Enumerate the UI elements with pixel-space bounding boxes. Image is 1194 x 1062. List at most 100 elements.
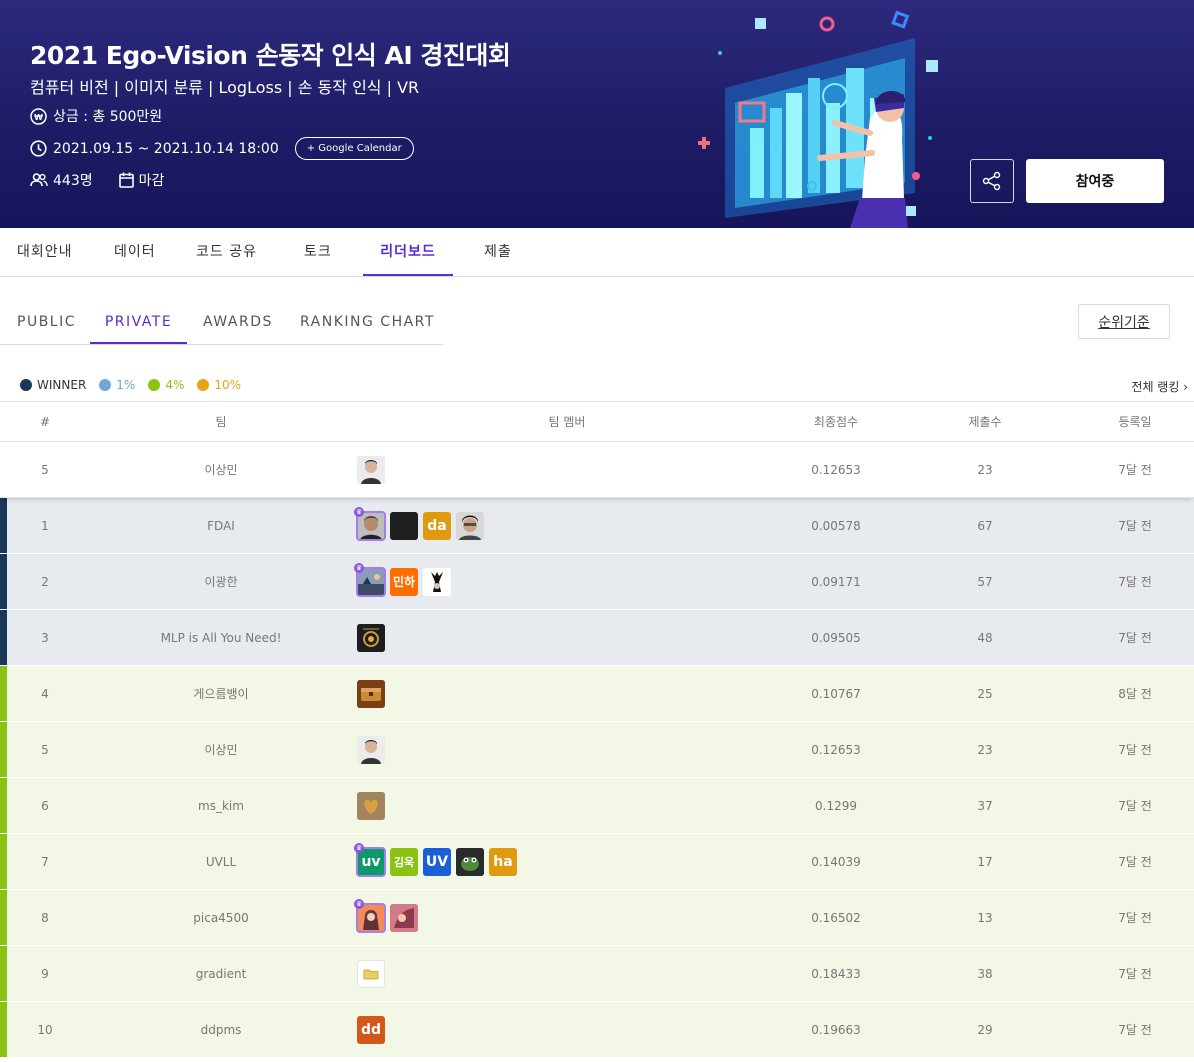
winner-dot-icon (20, 379, 32, 391)
member-avatar[interactable]: da (423, 511, 451, 540)
prize-text: 상금 : 총 500만원 (53, 109, 163, 125)
member-avatar[interactable] (390, 903, 418, 932)
team-name[interactable]: gradient (120, 946, 322, 1001)
submission-count-cell: 38 (977, 966, 993, 981)
google-calendar-button[interactable]: + Google Calendar (294, 137, 414, 160)
chest-photo-icon (357, 679, 385, 708)
rank-basis-button[interactable]: 순위기준 (1078, 304, 1170, 339)
tab-submit[interactable]: 제출 (484, 228, 512, 276)
table-row[interactable]: 2 이광한 ♛ 민하 0.09171 57 7달 전 (0, 554, 1194, 610)
table-row[interactable]: 1 FDAI ♛ da 0.00578 67 7달 전 (0, 498, 1194, 554)
share-button[interactable] (970, 159, 1014, 203)
score-cell: 0.10767 (811, 686, 861, 701)
member-avatar[interactable] (456, 847, 484, 876)
tab-leaderboard[interactable]: 리더보드 (363, 228, 453, 276)
member-avatar[interactable] (357, 959, 385, 988)
subtab-awards[interactable]: AWARDS (203, 300, 273, 344)
tab-talk[interactable]: 토크 (304, 228, 332, 276)
member-avatar[interactable] (357, 679, 385, 708)
members-cell (357, 610, 777, 665)
member-avatar[interactable] (456, 511, 484, 540)
leaderboard-table: # 팀 팀 멤버 최종점수 제출수 등록일 5 이상민 0.12653 23 7… (0, 401, 1194, 1058)
team-name[interactable]: pica4500 (120, 890, 322, 945)
frog-photo-icon (456, 847, 484, 876)
subtab-ranking-chart[interactable]: RANKING CHART (300, 300, 435, 344)
subtab-private[interactable]: PRIVATE (90, 300, 187, 344)
tab-code-share[interactable]: 코드 공유 (196, 228, 257, 276)
legend-winner: WINNER (20, 378, 86, 392)
legend-1pct: 1% (99, 378, 135, 392)
member-avatar[interactable] (390, 511, 418, 540)
members-cell: dd (357, 1002, 777, 1057)
member-avatar[interactable]: 김욱 (390, 847, 418, 876)
table-row[interactable]: 9 gradient 0.18433 38 7달 전 (0, 946, 1194, 1002)
crown-icon: ♛ (354, 898, 364, 909)
tier-legend: WINNER 1% 4% 10% (20, 378, 254, 392)
score-cell: 0.00578 (811, 518, 861, 533)
leader-avatar[interactable]: uv ♛ (354, 842, 386, 877)
rank-cell: 5 (41, 462, 49, 477)
team-name[interactable]: 이상민 (120, 442, 322, 497)
heart-photo-icon (357, 791, 385, 820)
submission-count-cell: 57 (977, 574, 993, 589)
table-row[interactable]: 4 게으름뱅이 0.10767 25 8달 전 (0, 666, 1194, 722)
team-name[interactable]: MLP is All You Need! (120, 610, 322, 665)
table-row[interactable]: 5 이상민 0.12653 23 7달 전 (0, 722, 1194, 778)
person-photo-icon (357, 735, 385, 764)
tab-overview[interactable]: 대회안내 (17, 228, 73, 276)
team-name[interactable]: FDAI (120, 498, 322, 553)
table-row[interactable]: 7 UVLL uv ♛ 김욱 UV ha 0.14039 17 7달 전 (0, 834, 1194, 890)
rank-cell: 5 (41, 742, 49, 757)
legend-4pct: 4% (148, 378, 184, 392)
team-name[interactable]: UVLL (120, 834, 322, 889)
score-cell: 0.12653 (811, 742, 861, 757)
1pct-dot-icon (99, 379, 112, 391)
team-name[interactable]: 이광한 (120, 554, 322, 609)
calendar-icon (118, 172, 134, 188)
table-row[interactable]: 6 ms_kim 0.1299 37 7달 전 (0, 778, 1194, 834)
rank-cell: 3 (41, 630, 49, 645)
members-cell (357, 666, 777, 721)
member-avatar[interactable] (423, 567, 451, 596)
submission-count-cell: 23 (977, 742, 993, 757)
tab-data[interactable]: 데이터 (114, 228, 156, 276)
competition-banner: 2021 Ego-Vision 손동작 인식 AI 경진대회 컴퓨터 비전 | … (0, 0, 1194, 228)
member-avatar[interactable] (357, 623, 385, 652)
table-row[interactable]: 3 MLP is All You Need! 0.09505 48 7달 전 (0, 610, 1194, 666)
table-row[interactable]: 10 ddpms dd 0.19663 29 7달 전 (0, 1002, 1194, 1058)
team-name[interactable]: 게으름뱅이 (120, 666, 322, 721)
score-cell: 0.18433 (811, 966, 861, 981)
all-ranking-link[interactable]: 전체 랭킹 › (1131, 378, 1188, 395)
member-avatar[interactable] (357, 455, 385, 484)
member-avatar[interactable]: ha (489, 847, 517, 876)
header-members: 팀 멤버 (548, 415, 586, 429)
submission-count-cell: 23 (977, 462, 993, 477)
rank-cell: 6 (41, 798, 49, 813)
rank-cell: 10 (37, 1022, 53, 1037)
member-avatar[interactable] (357, 791, 385, 820)
submission-count-cell: 37 (977, 798, 993, 813)
won-coin-icon: ₩ (30, 107, 47, 125)
person-photo-icon (423, 567, 451, 596)
leader-avatar[interactable]: ♛ (354, 898, 386, 933)
team-name[interactable]: ddpms (120, 1002, 322, 1057)
member-avatar[interactable]: dd (357, 1015, 385, 1044)
subtab-public[interactable]: PUBLIC (17, 300, 76, 344)
score-cell: 0.09505 (811, 630, 861, 645)
users-icon (30, 173, 48, 187)
member-avatar[interactable] (357, 735, 385, 764)
header-count: 제출수 (968, 415, 1002, 429)
leader-avatar[interactable]: ♛ (354, 562, 386, 597)
leader-avatar[interactable]: ♛ (354, 506, 386, 541)
team-name[interactable]: ms_kim (120, 778, 322, 833)
member-avatar[interactable]: UV (423, 847, 451, 876)
joined-button[interactable]: 참여중 (1026, 159, 1164, 203)
rank-cell: 7 (41, 854, 49, 869)
leaderboard-sub-tabs: PUBLIC PRIVATE AWARDS RANKING CHART (0, 300, 443, 345)
member-avatar[interactable]: 민하 (390, 567, 418, 596)
team-name[interactable]: 이상민 (120, 722, 322, 777)
participants: 443명 (30, 170, 93, 190)
table-row[interactable]: 8 pica4500 ♛ 0.16502 13 7달 전 (0, 890, 1194, 946)
emblem-photo-icon (357, 623, 385, 652)
my-team-row[interactable]: 5 이상민 0.12653 23 7달 전 (0, 442, 1194, 498)
